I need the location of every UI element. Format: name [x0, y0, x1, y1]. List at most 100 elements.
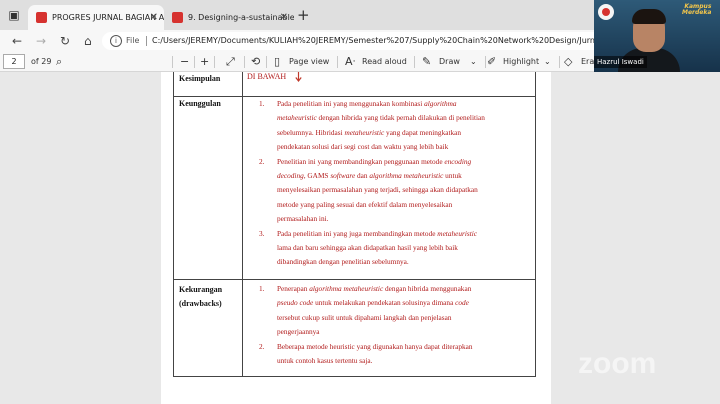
list-item-line: tersebut cukup sulit untuk dipahami lang… — [277, 311, 531, 325]
highlight-dropdown-icon[interactable]: ⌄ — [544, 53, 551, 71]
url-divider — [146, 36, 147, 46]
page-total: of 29 — [31, 57, 52, 66]
page-number-input[interactable]: 2 — [3, 54, 25, 69]
table-border-left — [173, 72, 174, 377]
kekurangan-list: 1. Penerapan algorithma metaheuristic den… — [259, 282, 531, 368]
text-segment: metode yang paling sesuai dan efektif da… — [277, 199, 453, 209]
close-tab-icon[interactable]: ✕ — [280, 5, 288, 30]
row-label-drawbacks: (drawbacks) — [179, 299, 222, 308]
page-view-button[interactable]: Page view — [289, 54, 329, 70]
text-segment: metaheuristic — [344, 127, 385, 137]
forward-icon[interactable]: → — [36, 33, 46, 49]
zoom-in-button[interactable]: + — [200, 53, 209, 71]
tab-designing-sustainable[interactable]: 9. Designing-a-sustainable-closed ✕ — [164, 5, 294, 30]
list-item: 2. Beberapa metode heuristic yang digunak… — [259, 340, 531, 369]
home-icon[interactable]: ⌂ — [84, 33, 92, 49]
toolbar-divider — [337, 56, 338, 68]
list-item: 2. Penelitian ini yang membandingkan peng… — [259, 155, 531, 227]
draw-icon[interactable]: ✎ — [422, 53, 431, 71]
list-item-line: pendekatan solusi dari segi cost dan wak… — [277, 140, 531, 154]
list-item: 1. Penerapan algorithma metaheuristic den… — [259, 282, 531, 340]
list-item-number: 3. — [259, 228, 265, 238]
text-segment: menyelesaikan permasalahan yang terjadi,… — [277, 185, 478, 195]
text-segment: Pada penelitian ini yang menggunakan kom… — [277, 99, 425, 108]
text-segment: dengan hibrida menggunakan — [383, 284, 472, 293]
brand-line-2: Merdeka — [682, 9, 712, 16]
list-item-number: 1. — [259, 99, 265, 108]
participant-name: Hazrul Iswadi — [594, 56, 647, 68]
highlight-button[interactable]: Highlight — [503, 54, 539, 70]
pdf-page: DI BAWAH Kesimpulan Keunggulan Kekuranga… — [161, 72, 551, 404]
text-segment: pseudo code — [277, 298, 314, 308]
text-segment: Penelitian ini yang membandingkan penggu… — [277, 156, 445, 166]
close-tab-icon[interactable]: ✕ — [150, 5, 158, 30]
text-segment: pendekatan solusi dari segi cost dan wak… — [277, 142, 449, 152]
conclusion-note: DI BAWAH — [247, 72, 287, 81]
draw-dropdown-icon[interactable]: ⌄ — [470, 53, 477, 71]
table-border-right — [535, 72, 536, 377]
erase-icon[interactable]: ◇ — [564, 53, 572, 71]
toolbar-divider — [559, 56, 560, 68]
kampus-merdeka-logo: Kampus Merdeka — [682, 4, 711, 16]
list-item-number: 1. — [259, 284, 265, 293]
search-icon[interactable]: ⌕ — [56, 53, 62, 71]
participant-hair — [632, 9, 666, 24]
info-icon[interactable]: i — [110, 35, 122, 47]
toolbar-divider — [266, 56, 267, 68]
arrow-down-icon — [295, 72, 302, 82]
text-segment: permasalahan ini. — [277, 214, 329, 224]
list-item-number: 2. — [259, 341, 265, 351]
zoom-out-button[interactable]: − — [180, 53, 189, 71]
list-item-line: metaheuristic dengan hibrida yang tidak … — [277, 111, 531, 125]
text-segment: code — [455, 298, 469, 308]
list-item-line: Beberapa metode heuristic yang digunakan… — [277, 340, 531, 354]
back-icon[interactable]: ← — [12, 33, 22, 49]
text-segment: encoding — [444, 156, 472, 166]
text-segment: dengan hibrida yang tidak pernah dilakuk… — [316, 113, 485, 123]
list-item-line: pseudo code untuk melakukan pendekatan s… — [277, 296, 531, 310]
toolbar-divider — [485, 56, 486, 68]
university-logo-mark — [602, 8, 610, 16]
list-item-line: lama dan baru sehingga akan didapatkan h… — [277, 241, 531, 255]
tab-title: PROGRES JURNAL BAGIAN AKHI — [52, 13, 164, 22]
participant-video[interactable]: Kampus Merdeka Hazrul Iswadi — [594, 0, 720, 72]
new-tab-button[interactable]: + — [297, 6, 310, 24]
row-label-kesimpulan: Kesimpulan — [179, 74, 221, 83]
highlight-icon[interactable]: ✐ — [487, 53, 496, 71]
url-text[interactable]: C:/Users/JEREMY/Documents/KULIAH%20JEREM… — [152, 32, 602, 50]
list-item-line: untuk contoh kasus tertentu saja. — [277, 354, 531, 368]
toolbar-divider — [244, 56, 245, 68]
pdf-favicon-icon — [36, 12, 47, 23]
row-label-keunggulan: Keunggulan — [179, 99, 221, 108]
zoom-watermark: zoom — [578, 347, 657, 380]
list-item: 3. Pada penelitian ini yang juga membandi… — [259, 227, 531, 270]
scheme-label: File — [126, 36, 140, 45]
refresh-icon[interactable]: ↻ — [60, 33, 70, 49]
table-column-divider — [242, 72, 243, 377]
list-item-line: metode yang paling sesuai dan efektif da… — [277, 198, 531, 212]
text-segment: untuk melakukan pendekatan solusinya dim… — [313, 298, 456, 308]
text-segment: algorithma metaheuristic — [309, 284, 384, 293]
toolbar-divider — [172, 56, 173, 68]
draw-button[interactable]: Draw — [439, 54, 460, 70]
page-view-icon[interactable]: ▯ — [274, 53, 280, 71]
text-segment: untuk — [443, 171, 462, 181]
text-segment: pengerjaannya — [277, 327, 320, 337]
read-aloud-icon[interactable]: Aᐧ — [345, 53, 355, 71]
tab-progres-jurnal[interactable]: PROGRES JURNAL BAGIAN AKHI ✕ — [28, 5, 164, 30]
url-field[interactable]: i File C:/Users/JEREMY/Documents/KULIAH%… — [102, 32, 602, 50]
list-item-line: menyelesaikan permasalahan yang terjadi,… — [277, 183, 531, 197]
tab-actions-icon[interactable]: ▣ — [6, 7, 22, 23]
list-item-line: Pada penelitian ini yang juga membanding… — [277, 227, 531, 241]
toolbar-divider — [214, 56, 215, 68]
fit-page-icon[interactable]: ⤢ — [226, 53, 235, 71]
text-segment: Beberapa metode heuristic yang digunakan… — [277, 341, 473, 351]
rotate-icon[interactable]: ⟲ — [251, 53, 260, 71]
toolbar-divider — [414, 56, 415, 68]
table-border-bottom — [173, 376, 536, 377]
read-aloud-button[interactable]: Read aloud — [362, 54, 407, 70]
text-segment: Pada penelitian ini yang juga membanding… — [277, 228, 438, 238]
text-segment: metaheuristic — [277, 113, 317, 123]
erase-button[interactable]: Era — [581, 54, 594, 70]
list-item: 1. Pada penelitian ini yang menggunakan k… — [259, 97, 531, 155]
